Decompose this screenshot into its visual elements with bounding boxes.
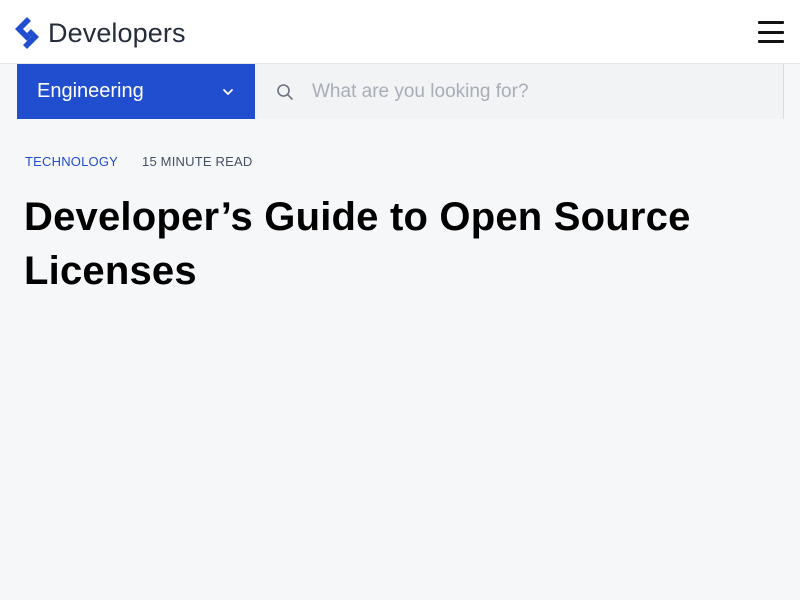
top-navigation-bar: Developers bbox=[0, 0, 800, 64]
category-dropdown[interactable]: Engineering bbox=[17, 64, 255, 119]
search-input[interactable] bbox=[312, 71, 772, 112]
sub-navigation-bar: Engineering bbox=[0, 64, 800, 119]
article-title: Developer’s Guide to Open Source License… bbox=[24, 195, 691, 293]
home-logo-link[interactable]: Developers bbox=[14, 16, 186, 50]
brand-name: Developers bbox=[48, 17, 186, 48]
menu-bar-line bbox=[758, 21, 784, 24]
menu-bar-line bbox=[758, 30, 784, 34]
article-read-time: 15 MINUTE READ bbox=[142, 154, 253, 169]
chevron-down-icon bbox=[223, 88, 233, 95]
article-category-tag[interactable]: TECHNOLOGY bbox=[25, 154, 118, 169]
hamburger-menu-icon[interactable] bbox=[758, 19, 784, 45]
article-meta: TECHNOLOGY 15 MINUTE READ bbox=[25, 154, 252, 169]
menu-bar-line bbox=[758, 40, 784, 43]
search-bar bbox=[256, 64, 784, 119]
category-dropdown-label: Engineering bbox=[37, 80, 144, 102]
toptal-logo-icon bbox=[15, 17, 39, 49]
search-icon bbox=[277, 83, 293, 100]
